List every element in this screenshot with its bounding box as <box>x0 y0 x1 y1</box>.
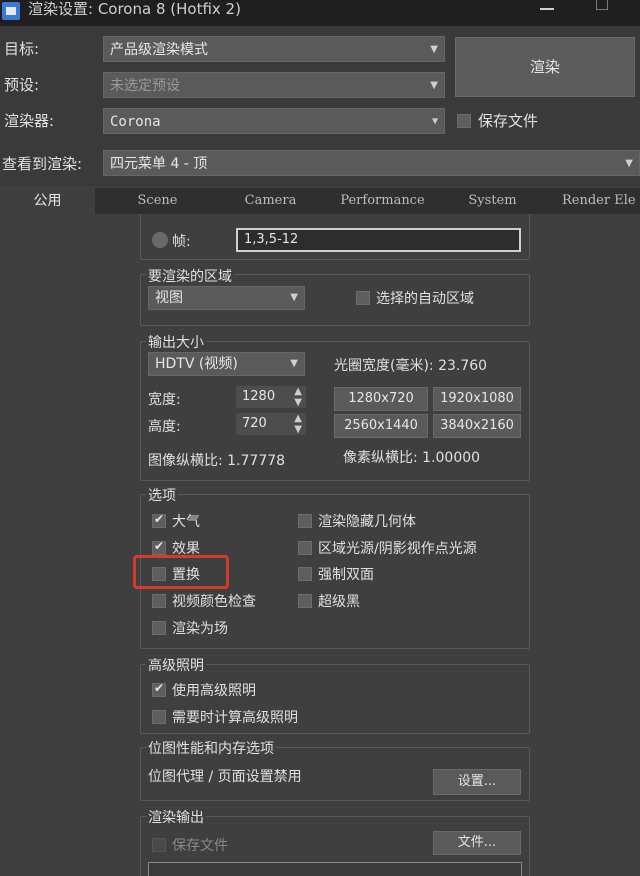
frames-input[interactable]: 1,3,5-12 <box>236 228 521 252</box>
output-path-field[interactable] <box>148 862 522 876</box>
render-output-save-label: 保存文件 <box>172 838 228 854</box>
chevron-down-icon: ▼ <box>430 44 438 55</box>
super-black-label: 超级黑 <box>318 594 360 610</box>
atmospherics-checkbox[interactable] <box>152 512 166 528</box>
render-hidden-geometry-checkbox[interactable] <box>298 514 312 528</box>
compute-advanced-lighting-label: 需要时计算高级照明 <box>172 710 298 726</box>
common-panel: 帧: 1,3,5-12 要渲染的区域 视图 ▼ 选择的自动区域 输出大小 HDT… <box>0 214 640 876</box>
files-button[interactable]: 文件... <box>433 831 521 855</box>
frames-label: 帧: <box>172 234 191 250</box>
pixel-aspect-text: 像素纵横比: 1.00000 <box>343 450 481 466</box>
save-file-checkbox[interactable] <box>457 114 471 128</box>
aperture-text: 光圈宽度(毫米): 23.760 <box>334 358 488 374</box>
render-output-title: 渲染输出 <box>146 807 206 827</box>
width-label: 宽度: <box>148 392 181 408</box>
area-value: 视图 <box>155 290 183 306</box>
render-output-save-checkbox[interactable] <box>152 838 166 852</box>
output-size-title: 输出大小 <box>146 332 206 352</box>
view-label: 查看到渲染: <box>2 155 83 173</box>
chevron-down-icon: ▼ <box>625 158 633 169</box>
render-hidden-geometry-label: 渲染隐藏几何体 <box>318 514 416 530</box>
height-value: 720 <box>242 416 267 431</box>
output-preset-dropdown[interactable]: HDTV (视频) ▼ <box>148 352 305 376</box>
compute-advanced-lighting-checkbox[interactable] <box>152 710 166 724</box>
chevron-down-icon: ▼ <box>290 292 298 303</box>
preset-1280x720-button[interactable]: 1280x720 <box>334 387 428 411</box>
preset-1920x1080-button[interactable]: 1920x1080 <box>433 387 521 411</box>
frames-radio[interactable] <box>152 232 168 248</box>
tab-scene[interactable]: Scene <box>105 188 210 214</box>
minimize-icon[interactable] <box>540 0 554 10</box>
renderer-dropdown[interactable]: Corona ▼ <box>103 108 445 134</box>
video-color-check-checkbox[interactable] <box>152 594 166 608</box>
height-label: 高度: <box>148 419 181 435</box>
renderer-label: 渲染器: <box>4 112 55 130</box>
spinner-arrows-icon[interactable]: ▲ ▼ <box>294 386 302 408</box>
tab-system[interactable]: System <box>440 188 545 214</box>
options-title: 选项 <box>146 485 178 505</box>
tab-bar: 公用 Scene Camera Performance System Rende… <box>0 188 640 214</box>
render-button[interactable]: 渲染 <box>455 37 635 97</box>
preset-3840x2160-button[interactable]: 3840x2160 <box>433 414 521 438</box>
tab-camera[interactable]: Camera <box>218 188 323 214</box>
title-bar: 渲染设置: Corona 8 (Hotfix 2) <box>0 0 640 26</box>
bitmap-proxy-text: 位图代理 / 页面设置禁用 <box>148 769 302 785</box>
video-color-check-label: 视频颜色检查 <box>172 594 256 610</box>
preset-2560x1440-button[interactable]: 2560x1440 <box>334 414 428 438</box>
view-value: 四元菜单 4 - 顶 <box>110 156 208 172</box>
advanced-lighting-title: 高级照明 <box>146 655 206 675</box>
force-2-sided-checkbox[interactable] <box>298 567 312 581</box>
chevron-down-icon: ▼ <box>431 116 438 127</box>
tab-render-elements[interactable]: Render Ele <box>552 188 640 214</box>
area-lights-as-points-label: 区域光源/阴影视作点光源 <box>318 541 477 557</box>
preset-dropdown[interactable]: 未选定预设 ▼ <box>103 72 445 98</box>
app-icon <box>2 2 20 20</box>
width-value: 1280 <box>242 389 276 404</box>
atmospherics-label: 大气 <box>172 514 200 530</box>
top-settings: 目标: 产品级渲染模式 ▼ 预设: 未选定预设 ▼ 渲染器: Corona ▼ … <box>0 26 640 186</box>
render-to-fields-label: 渲染为场 <box>172 621 228 637</box>
setup-button[interactable]: 设置... <box>433 769 521 795</box>
force-2-sided-label: 强制双面 <box>318 567 374 583</box>
bitmap-title: 位图性能和内存选项 <box>146 738 276 758</box>
target-label: 目标: <box>4 40 40 58</box>
effects-checkbox[interactable] <box>152 539 166 555</box>
tab-common[interactable]: 公用 <box>0 188 95 214</box>
super-black-checkbox[interactable] <box>298 594 312 608</box>
image-aspect-text: 图像纵横比: 1.77778 <box>148 453 286 469</box>
save-file-label: 保存文件 <box>478 112 539 130</box>
preset-value: 未选定预设 <box>110 78 180 94</box>
chevron-down-icon: ▼ <box>430 80 438 91</box>
maximize-icon[interactable] <box>596 0 608 10</box>
highlight-annotation <box>133 555 229 589</box>
output-preset-value: HDTV (视频) <box>155 356 238 372</box>
chevron-down-icon: ▼ <box>290 358 298 369</box>
view-dropdown[interactable]: 四元菜单 4 - 顶 ▼ <box>103 150 640 176</box>
use-advanced-lighting-checkbox[interactable] <box>152 681 166 697</box>
height-spinner[interactable]: 720 ▲ ▼ <box>236 413 306 435</box>
tab-performance[interactable]: Performance <box>330 188 435 214</box>
renderer-value: Corona <box>110 114 161 130</box>
spinner-arrows-icon[interactable]: ▲ ▼ <box>294 413 302 435</box>
use-advanced-lighting-label: 使用高级照明 <box>172 683 256 699</box>
render-to-fields-checkbox[interactable] <box>152 621 166 635</box>
auto-region-label: 选择的自动区域 <box>376 291 474 307</box>
preset-label: 预设: <box>4 76 40 94</box>
area-title: 要渲染的区域 <box>146 266 234 286</box>
window-title: 渲染设置: Corona 8 (Hotfix 2) <box>28 0 241 18</box>
target-value: 产品级渲染模式 <box>110 42 208 58</box>
auto-region-checkbox[interactable] <box>356 291 370 305</box>
area-lights-as-points-checkbox[interactable] <box>298 541 312 555</box>
target-dropdown[interactable]: 产品级渲染模式 ▼ <box>103 36 445 62</box>
width-spinner[interactable]: 1280 ▲ ▼ <box>236 386 306 408</box>
area-dropdown[interactable]: 视图 ▼ <box>148 286 305 310</box>
